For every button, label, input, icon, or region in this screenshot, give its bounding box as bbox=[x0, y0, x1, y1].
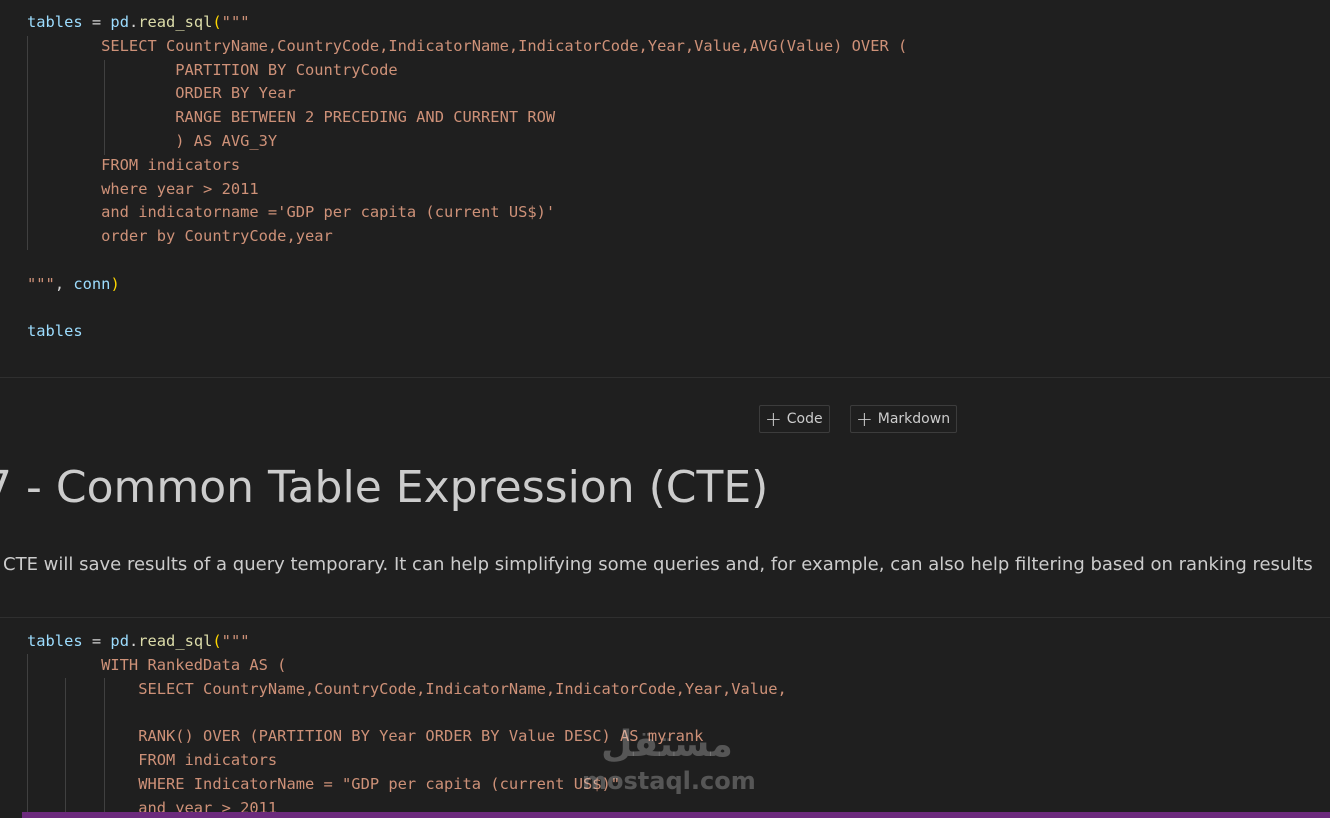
code-token: tables bbox=[27, 632, 83, 650]
cell-focus-indicator bbox=[22, 812, 1330, 818]
code-token: pd bbox=[110, 13, 129, 31]
code-token: = bbox=[82, 632, 111, 650]
code-token: SELECT CountryName,CountryCode,Indicator… bbox=[27, 679, 787, 698]
code-token: RANK() OVER (PARTITION BY Year ORDER BY … bbox=[27, 727, 704, 746]
code-token: PARTITION BY CountryCode bbox=[27, 60, 398, 79]
code-line: ORDER BY Year bbox=[27, 84, 296, 103]
add-code-label: Code bbox=[786, 411, 823, 427]
code-token: """ bbox=[221, 13, 250, 31]
code-token: """ bbox=[221, 632, 250, 650]
code-token: ( bbox=[212, 13, 222, 31]
code-token: """ bbox=[27, 274, 55, 293]
code-token: where year > 2011 bbox=[27, 179, 259, 198]
code-token: , bbox=[54, 274, 74, 293]
code-cell-window-avg[interactable]: tables = pd.read_sql(""" SELECT CountryN… bbox=[0, 0, 1330, 378]
code-token: read_sql bbox=[138, 13, 213, 31]
markdown-heading: 7 - Common Table Expression (CTE) bbox=[0, 462, 769, 513]
code-line: RANGE BETWEEN 2 PRECEDING AND CURRENT RO… bbox=[27, 108, 555, 126]
code-line: WITH RankedData AS ( bbox=[27, 656, 286, 674]
code-token: FROM indicators bbox=[27, 155, 241, 174]
code-token: read_sql bbox=[138, 632, 213, 650]
code-line: tables = pd.read_sql(""" bbox=[27, 632, 249, 650]
code-token: . bbox=[128, 632, 139, 650]
code-token: FROM indicators bbox=[27, 750, 278, 769]
code-token: and indicatorname ='GDP per capita (curr… bbox=[27, 203, 556, 222]
code-line: tables = pd.read_sql(""" bbox=[27, 13, 249, 31]
markdown-paragraph: CTE will save results of a query tempora… bbox=[3, 554, 1313, 575]
code-token: ORDER BY Year bbox=[27, 84, 296, 103]
code-token: tables bbox=[27, 13, 83, 31]
code-line: ) AS AVG_3Y bbox=[27, 132, 277, 150]
code-line: where year > 2011 bbox=[27, 180, 259, 198]
code-token: WHERE IndicatorName = "GDP per capita (c… bbox=[27, 774, 621, 793]
code-token: . bbox=[128, 13, 139, 31]
insert-cell-toolbar: + Code + Markdown bbox=[0, 405, 1330, 435]
code-token: ) bbox=[110, 274, 120, 293]
code-token: ) AS AVG_3Y bbox=[27, 131, 278, 150]
code-token: order by CountryCode,year bbox=[27, 227, 333, 246]
code-token: ( bbox=[212, 632, 222, 650]
code-token: = bbox=[82, 13, 111, 31]
code-line: SELECT CountryName,CountryCode,Indicator… bbox=[27, 37, 907, 55]
code-line: WHERE IndicatorName = "GDP per capita (c… bbox=[27, 775, 620, 793]
code-line: RANK() OVER (PARTITION BY Year ORDER BY … bbox=[27, 727, 703, 745]
code-line: FROM indicators bbox=[27, 156, 240, 174]
code-editor[interactable]: tables = pd.read_sql(""" SELECT CountryN… bbox=[27, 11, 907, 344]
add-markdown-cell-button[interactable]: + Markdown bbox=[850, 405, 957, 433]
add-markdown-label: Markdown bbox=[877, 411, 951, 427]
code-editor[interactable]: tables = pd.read_sql(""" WITH RankedData… bbox=[27, 630, 787, 818]
code-token: WITH RankedData AS ( bbox=[27, 655, 287, 674]
code-line: PARTITION BY CountryCode bbox=[27, 60, 398, 79]
code-token: tables bbox=[27, 322, 83, 341]
code-token: RANGE BETWEEN 2 PRECEDING AND CURRENT RO… bbox=[27, 108, 556, 127]
code-token: pd bbox=[110, 632, 129, 650]
plus-icon: + bbox=[765, 407, 782, 431]
add-code-cell-button[interactable]: + Code bbox=[759, 405, 830, 433]
code-line: FROM indicators bbox=[27, 751, 277, 769]
code-token: SELECT CountryName,CountryCode,Indicator… bbox=[27, 36, 908, 55]
plus-icon: + bbox=[856, 407, 873, 431]
code-line: tables bbox=[27, 322, 83, 340]
code-line: SELECT CountryName,CountryCode,Indicator… bbox=[27, 680, 787, 698]
code-line: """, conn) bbox=[27, 275, 120, 293]
code-line: order by CountryCode,year bbox=[27, 227, 333, 245]
code-line: and indicatorname ='GDP per capita (curr… bbox=[27, 203, 555, 221]
code-token: conn bbox=[73, 274, 111, 293]
notebook-editor: tables = pd.read_sql(""" SELECT CountryN… bbox=[0, 0, 1330, 818]
code-cell-cte[interactable]: tables = pd.read_sql(""" WITH RankedData… bbox=[0, 617, 1330, 818]
